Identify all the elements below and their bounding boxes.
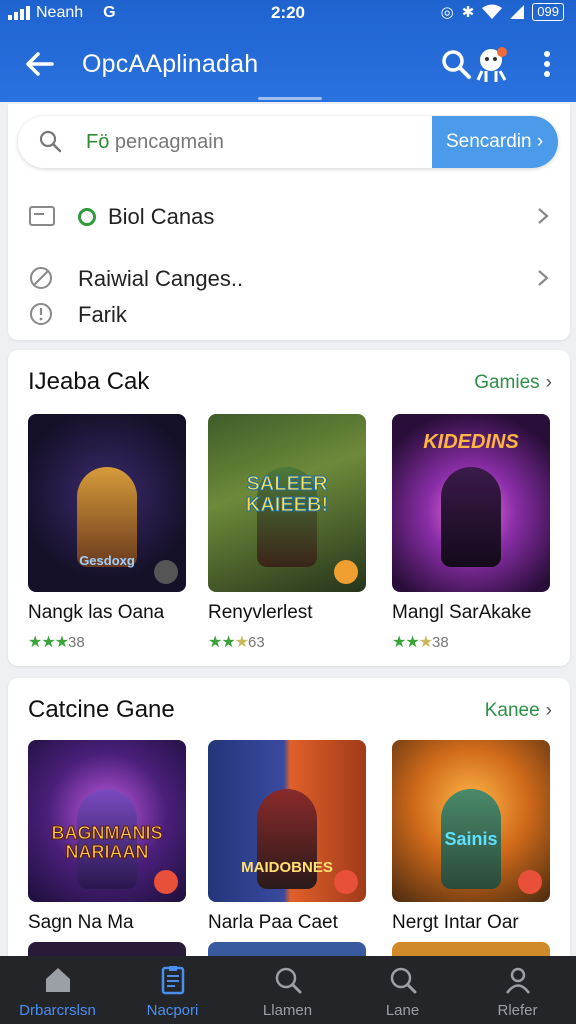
home-icon: [45, 968, 70, 992]
bluetooth-icon: ✱: [461, 4, 475, 21]
section-more-link[interactable]: Gamies ›: [474, 372, 552, 394]
game-title: Nangk las Oana: [28, 602, 165, 623]
nav-label: Llamen: [262, 1002, 313, 1019]
search-bar[interactable]: Fö pencagmain Sencardin ›: [18, 116, 558, 168]
status-bar: Neanh G 2:20 ◎ ✱ 099: [0, 0, 576, 28]
game-tile-peek: [28, 942, 186, 956]
game-tile[interactable]: BAGNMANIS NARIAAN: [28, 740, 186, 902]
profile-icon: [505, 967, 530, 994]
app-bar: OpcAAplinadah: [0, 36, 576, 92]
game-badge-icon: [518, 870, 542, 894]
game-section-2: Catcine Gane Kanee › BAGNMANIS NARIAAN MA…: [8, 678, 570, 968]
search-placeholder: pencagmain: [114, 131, 224, 153]
search-icon: [390, 967, 416, 994]
tab-indicator: [258, 97, 322, 100]
nav-label: Rlefer: [497, 1002, 538, 1019]
game-logo: MAIDOBNES: [241, 859, 333, 876]
game-title: Sagn Na Ma: [28, 912, 134, 933]
wifi-icon: [482, 4, 503, 19]
info-icon: [30, 303, 52, 325]
nav-item-clipboard[interactable]: Nacpori: [115, 956, 230, 1024]
search-button[interactable]: Sencardin ›: [432, 116, 558, 168]
top-app-bar: Neanh G 2:20 ◎ ✱ 099 OpcAAplinadah: [0, 0, 576, 102]
battery-indicator: 099: [532, 3, 564, 21]
rating-value: 38: [432, 634, 449, 651]
game-rating: ★★★63: [208, 632, 265, 652]
menu-item-label: Biol Canas: [108, 204, 215, 229]
game-tile[interactable]: Sainis: [392, 740, 550, 902]
menu-item-farik[interactable]: Farik: [8, 294, 570, 334]
section-title: Catcine Gane: [28, 696, 175, 723]
star-rating-icon: ★★★: [28, 634, 69, 651]
game-badge-icon: [154, 560, 178, 584]
game-title: Narla Paa Caet: [208, 912, 338, 933]
star-rating-icon: ★★★: [392, 634, 433, 651]
bottom-navigation: Drbarcrslsn Nacpori Llamen Lane Rlefer: [0, 956, 576, 1024]
nav-label: Nacpori: [146, 1002, 199, 1019]
game-logo: SALEER KAIEEB!: [245, 473, 329, 516]
nav-label: Drbarcrslsn: [19, 1002, 96, 1019]
game-badge-icon: [334, 870, 358, 894]
game-tile[interactable]: Gesdoxg: [28, 414, 186, 592]
search-prefix: Fö: [86, 131, 110, 153]
game-tile[interactable]: MAIDOBNES: [208, 740, 366, 902]
game-logo: BAGNMANIS NARIAAN: [51, 823, 163, 862]
nav-label: Lane: [385, 1002, 420, 1019]
nav-item-profile[interactable]: Rlefer: [460, 956, 575, 1024]
game-tile-peek: [392, 942, 550, 956]
game-logo: KIDEDINS: [423, 431, 519, 453]
menu-item-raiwial-canges[interactable]: Raiwial Canges..: [8, 258, 570, 298]
nav-item-search-2[interactable]: Lane: [345, 956, 460, 1024]
section-more-link[interactable]: Kanee ›: [485, 700, 552, 722]
game-tile[interactable]: KIDEDINS: [392, 414, 550, 592]
nav-item-search[interactable]: Llamen: [230, 956, 345, 1024]
game-tile-peek: [208, 942, 366, 956]
more-options-icon[interactable]: [540, 48, 554, 80]
game-section-1: IJeaba Cak Gamies › Gesdoxg SALEER KAIEEB…: [8, 350, 570, 666]
back-arrow-icon[interactable]: [22, 46, 58, 82]
game-tile[interactable]: SALEER KAIEEB!: [208, 414, 366, 592]
game-title: Renyvlerlest: [208, 602, 313, 623]
menu-item-biol-canas[interactable]: Biol Canas: [8, 196, 570, 236]
search-icon: [275, 967, 301, 994]
nav-item-home[interactable]: Drbarcrslsn: [0, 956, 115, 1024]
clipboard-icon: [161, 966, 184, 995]
cell-icon: [510, 5, 525, 19]
menu-item-label: Farik: [78, 302, 127, 327]
game-rating: ★★★38: [392, 632, 449, 652]
page-title: OpcAAplinadah: [82, 50, 259, 78]
mascot-icon[interactable]: [474, 44, 510, 84]
star-rating-icon: ★★★: [208, 634, 249, 651]
game-badge-icon: [334, 560, 358, 584]
search-input[interactable]: Fö pencagmain: [86, 131, 224, 154]
game-title: Mangl SarAkake: [392, 602, 532, 623]
search-icon: [39, 130, 62, 153]
rating-value: 63: [248, 634, 265, 651]
game-badge-icon: [154, 870, 178, 894]
section-title: IJeaba Cak: [28, 368, 150, 395]
status-dot: [78, 208, 96, 226]
alarm-icon: ◎: [440, 4, 454, 21]
no-entry-icon: [30, 267, 52, 289]
search-card: Fö pencagmain Sencardin › Biol Canas Rai…: [8, 104, 570, 340]
game-title: Nergt Intar Oar: [392, 912, 519, 933]
rating-value: 38: [68, 634, 85, 651]
search-icon[interactable]: [440, 48, 472, 80]
game-rating: ★★★38: [28, 632, 85, 652]
chevron-right-icon: [538, 208, 549, 224]
chevron-right-icon: [538, 270, 549, 286]
menu-item-label: Raiwial Canges..: [78, 266, 244, 291]
card-icon: [29, 206, 55, 226]
game-logo: Sainis: [444, 829, 498, 849]
